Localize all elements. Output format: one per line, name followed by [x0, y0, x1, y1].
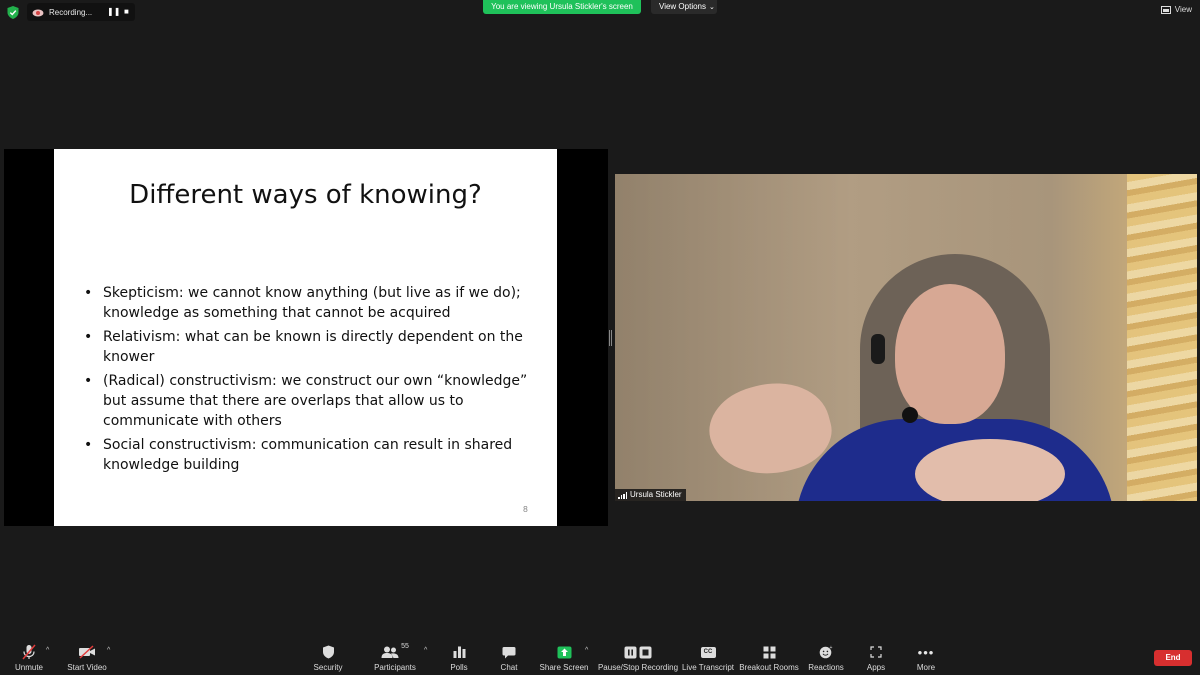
start-video-button[interactable]: Start Video: [66, 638, 108, 675]
pause-stop-recording-icon: [624, 643, 652, 661]
slide-bullet: (Radical) constructivism: we construct o…: [84, 371, 534, 431]
view-options-button[interactable]: View Options ⌄: [651, 0, 717, 14]
pause-stop-recording-label: Pause/Stop Recording: [597, 663, 679, 672]
more-button[interactable]: ••• More: [912, 638, 940, 675]
svg-text:+: +: [830, 645, 833, 651]
recording-indicator: Recording... ❚❚ ■: [27, 3, 135, 21]
headset-mic: [902, 407, 918, 423]
slide-bullet: Relativism: what can be known is directl…: [84, 327, 534, 367]
polls-bar-icon: [453, 643, 466, 661]
polls-button[interactable]: Polls: [446, 638, 472, 675]
security-label: Security: [313, 663, 343, 672]
polls-label: Polls: [450, 663, 468, 672]
apps-icon: [870, 643, 882, 661]
security-button[interactable]: Security: [310, 638, 346, 675]
presentation-slide: Different ways of knowing? Skepticism: w…: [54, 149, 557, 526]
participant-name-tag: Ursula Stickler: [615, 489, 686, 501]
pause-recording-icon[interactable]: ❚❚: [107, 7, 120, 16]
unmute-button[interactable]: Unmute: [12, 638, 46, 675]
participants-count: 55: [401, 643, 409, 650]
slide-bullet-list: Skepticism: we cannot know anything (but…: [84, 283, 534, 479]
breakout-rooms-icon: [763, 643, 776, 661]
breakout-rooms-label: Breakout Rooms: [739, 663, 799, 672]
reactions-smiley-icon: +: [819, 643, 833, 661]
participant-name: Ursula Stickler: [630, 490, 682, 499]
slide-page-number: 8: [522, 505, 528, 514]
person-hand-right: [915, 439, 1065, 501]
top-bar: Recording... ❚❚ ■ You are viewing Ursula…: [0, 0, 1200, 24]
live-transcript-button[interactable]: CC Live Transcript: [681, 638, 735, 675]
slide-title: Different ways of knowing?: [129, 180, 482, 210]
person-face: [895, 284, 1005, 424]
slide-bullet: Skepticism: we cannot know anything (but…: [84, 283, 534, 323]
chat-button[interactable]: Chat: [497, 638, 521, 675]
apps-label: Apps: [866, 663, 886, 672]
audio-options-chevron-icon[interactable]: ^: [46, 647, 49, 654]
chat-bubble-icon: [502, 643, 516, 661]
slide-bullet: Social constructivism: communication can…: [84, 435, 534, 475]
cc-badge: CC: [700, 646, 716, 658]
split-resize-handle[interactable]: [609, 330, 612, 346]
meeting-toolbar: Unmute ^ Start Video ^ Security 55 Parti…: [0, 638, 1200, 675]
video-options-chevron-icon[interactable]: ^: [107, 647, 110, 654]
recording-cloud-icon: [32, 8, 44, 17]
participants-label: Participants: [374, 663, 416, 672]
live-transcript-label: Live Transcript: [681, 663, 735, 672]
more-label: More: [916, 663, 936, 672]
security-shield-icon: [322, 643, 335, 661]
grid-view-icon: [1160, 5, 1171, 14]
shield-icon[interactable]: [7, 6, 19, 19]
shared-screen: Different ways of knowing? Skepticism: w…: [4, 149, 608, 526]
apps-button[interactable]: Apps: [862, 638, 890, 675]
participants-options-chevron-icon[interactable]: ^: [424, 647, 427, 654]
share-screen-label: Share Screen: [539, 663, 589, 672]
video-camera-off-icon: [78, 643, 96, 661]
reactions-label: Reactions: [808, 663, 844, 672]
pause-stop-recording-button[interactable]: Pause/Stop Recording: [598, 638, 678, 675]
unmute-label: Unmute: [14, 663, 43, 672]
start-video-label: Start Video: [67, 663, 107, 672]
end-meeting-button[interactable]: End: [1154, 650, 1192, 666]
signal-strength-icon: [618, 491, 627, 499]
microphone-muted-icon: [22, 643, 36, 661]
video-curtain: [1127, 174, 1197, 501]
recording-label: Recording...: [49, 7, 93, 17]
participants-icon: 55: [381, 643, 409, 661]
share-screen-icon: [557, 643, 572, 661]
view-label: View: [1174, 5, 1192, 14]
view-options-label: View Options: [659, 2, 706, 11]
share-options-chevron-icon[interactable]: ^: [585, 647, 588, 654]
reactions-button[interactable]: + Reactions: [808, 638, 844, 675]
more-dots-icon: •••: [917, 644, 935, 660]
participants-button[interactable]: 55 Participants: [370, 638, 420, 675]
closed-caption-icon: CC: [700, 643, 716, 661]
breakout-rooms-button[interactable]: Breakout Rooms: [739, 638, 799, 675]
headset-icon: [871, 334, 885, 364]
stop-recording-icon[interactable]: ■: [124, 7, 129, 16]
share-screen-button[interactable]: Share Screen: [539, 638, 589, 675]
chat-label: Chat: [500, 663, 518, 672]
participant-video[interactable]: [615, 174, 1197, 501]
viewing-screen-banner: You are viewing Ursula Stickler's screen: [483, 0, 641, 14]
chevron-down-icon: ⌄: [709, 4, 715, 11]
view-button[interactable]: View: [1160, 5, 1192, 14]
